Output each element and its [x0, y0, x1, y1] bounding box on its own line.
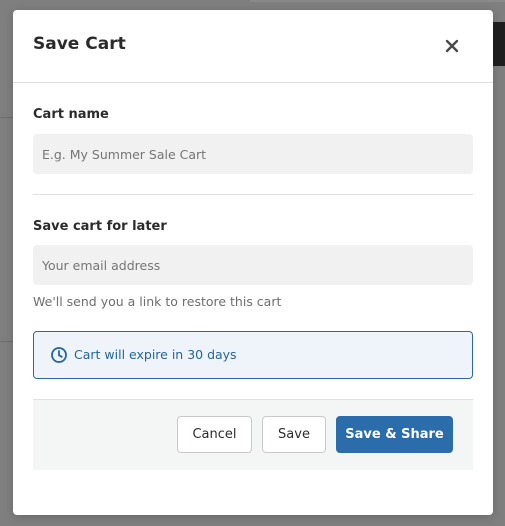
- email-input[interactable]: [33, 245, 473, 285]
- background-header-block: [492, 22, 505, 66]
- dialog-title: Save Cart: [33, 34, 126, 54]
- section-divider: [33, 194, 473, 195]
- close-button[interactable]: [438, 32, 466, 60]
- save-later-label: Save cart for later: [33, 219, 167, 234]
- expiry-notice: Cart will expire in 30 days: [33, 331, 473, 379]
- expiry-notice-text: Cart will expire in 30 days: [74, 347, 237, 362]
- save-cart-dialog: Save Cart Cart name Save cart for later …: [13, 10, 493, 515]
- dialog-header: Save Cart: [13, 10, 493, 83]
- cart-name-input[interactable]: [33, 134, 473, 174]
- save-button[interactable]: Save: [262, 416, 326, 453]
- dialog-footer: Cancel Save Save & Share: [33, 399, 473, 470]
- save-and-share-button[interactable]: Save & Share: [336, 416, 453, 453]
- email-helper-text: We'll send you a link to restore this ca…: [33, 294, 282, 309]
- background-divider: [0, 117, 13, 118]
- clock-icon: [51, 347, 67, 363]
- cancel-button[interactable]: Cancel: [177, 416, 252, 453]
- close-icon: [445, 39, 459, 53]
- background-divider: [250, 0, 505, 2]
- background-divider: [0, 341, 13, 342]
- cart-name-label: Cart name: [33, 107, 109, 122]
